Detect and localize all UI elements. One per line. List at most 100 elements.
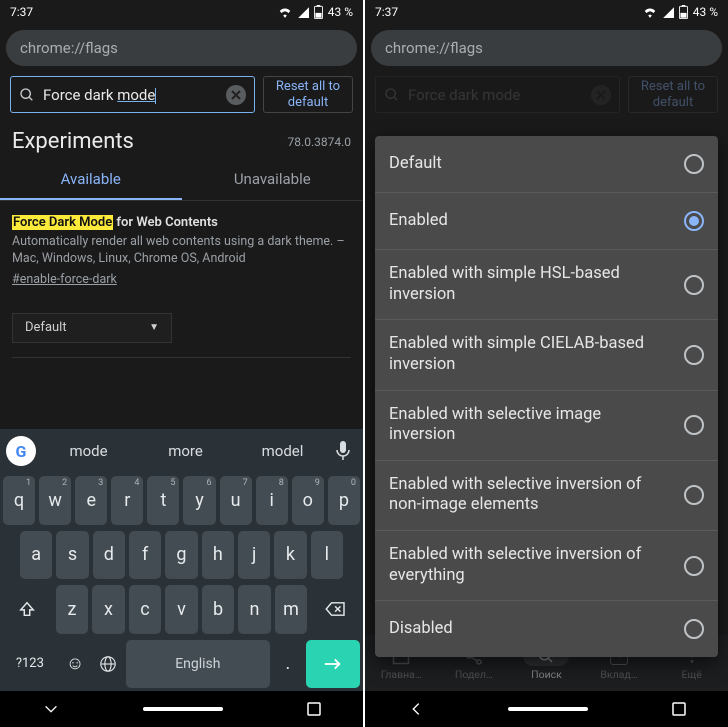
nav-back-icon[interactable] [407, 700, 425, 718]
emoji-key[interactable]: ☺ [61, 640, 90, 689]
nav-pill-icon[interactable] [143, 707, 223, 711]
android-navbar [0, 691, 363, 727]
suggestion[interactable]: mode [40, 442, 137, 460]
option-item[interactable]: Enabled with selective inversion of ever… [375, 531, 718, 600]
key-g[interactable]: g [165, 531, 197, 580]
radio-icon [684, 275, 704, 295]
option-label: Enabled with selective image inversion [389, 405, 672, 446]
key-n[interactable]: n [238, 585, 271, 634]
key-k[interactable]: k [274, 531, 306, 580]
key-i[interactable]: i8 [256, 476, 288, 525]
key-e[interactable]: e3 [75, 476, 107, 525]
option-label: Enabled with selective inversion of ever… [389, 545, 672, 586]
battery-icon [314, 5, 323, 19]
address-text: chrome://flags [385, 39, 483, 57]
flag-anchor[interactable]: #enable-force-dark [12, 272, 117, 287]
keyboard[interactable]: G modemoremodel q1w2e3r4t5y6u7i8o9p0 asd… [0, 429, 363, 727]
radio-icon [684, 154, 704, 174]
search-input[interactable]: Force dark mode [10, 76, 255, 113]
globe-icon [99, 655, 117, 673]
key-c[interactable]: c [129, 585, 162, 634]
option-label: Enabled with simple CIELAB-based inversi… [389, 334, 672, 375]
tab-unavailable[interactable]: Unavailable [182, 158, 364, 200]
search-row-dimmed: Force dark mode Reset all to default [365, 70, 728, 113]
version-text: 78.0.3874.0 [288, 135, 351, 149]
spacebar[interactable]: English [126, 640, 269, 689]
divider [12, 357, 351, 358]
arrow-right-icon [323, 656, 343, 672]
option-label: Enabled [389, 211, 454, 232]
google-icon[interactable]: G [6, 436, 36, 466]
close-icon [231, 90, 241, 100]
key-t[interactable]: t5 [147, 476, 179, 525]
key-v[interactable]: v [165, 585, 198, 634]
battery-percent: 43 % [328, 5, 353, 19]
radio-icon [684, 485, 704, 505]
key-q[interactable]: q1 [3, 476, 35, 525]
key-d[interactable]: d [93, 531, 125, 580]
status-icons: 43 % [278, 5, 353, 19]
page-title: Experiments [12, 129, 134, 154]
key-h[interactable]: h [202, 531, 234, 580]
key-p[interactable]: p0 [328, 476, 360, 525]
key-s[interactable]: s [56, 531, 88, 580]
option-item[interactable]: Disabled [375, 601, 718, 657]
language-key[interactable] [93, 640, 122, 689]
key-o[interactable]: o9 [292, 476, 324, 525]
chevron-down-icon: ▼ [149, 322, 159, 333]
options-popover[interactable]: Default Enabled Enabled with simple HSL-ba… [375, 136, 718, 657]
radio-icon [684, 556, 704, 576]
search-input: Force dark mode [375, 76, 620, 113]
mic-icon[interactable] [335, 441, 357, 461]
clear-search-button [591, 85, 611, 105]
radio-icon [684, 345, 704, 365]
key-f[interactable]: f [129, 531, 161, 580]
symbols-key[interactable]: ?123 [3, 640, 57, 689]
key-w[interactable]: w2 [39, 476, 71, 525]
status-bar: 7:37 43 % [365, 0, 728, 24]
key-r[interactable]: r4 [111, 476, 143, 525]
key-b[interactable]: b [202, 585, 235, 634]
address-bar[interactable]: chrome://flags [6, 30, 357, 66]
option-item[interactable]: Enabled with selective image inversion [375, 391, 718, 460]
key-a[interactable]: a [20, 531, 52, 580]
radio-icon [684, 415, 704, 435]
search-value: Force dark mode [43, 86, 218, 104]
suggestion[interactable]: more [137, 442, 234, 460]
suggestion[interactable]: model [234, 442, 331, 460]
radio-icon [684, 619, 704, 639]
nav-square-icon[interactable] [306, 701, 322, 717]
key-y[interactable]: y6 [183, 476, 215, 525]
period-key[interactable]: . [274, 640, 303, 689]
key-z[interactable]: z [56, 585, 89, 634]
suggestion-row: G modemoremodel [0, 429, 363, 473]
wifi-icon [278, 6, 292, 18]
key-j[interactable]: j [238, 531, 270, 580]
tab-available[interactable]: Available [0, 158, 182, 200]
reset-all-button: Reset all to default [628, 76, 718, 113]
option-item[interactable]: Enabled with selective inversion of non-… [375, 461, 718, 530]
option-item[interactable]: Enabled [375, 193, 718, 249]
nav-square-icon[interactable] [671, 701, 687, 717]
enter-key[interactable] [306, 640, 360, 689]
dropdown-value: Default [25, 320, 67, 335]
key-u[interactable]: u7 [220, 476, 252, 525]
flag-title: Force Dark Mode for Web Contents [12, 215, 351, 230]
option-label: Default [389, 154, 448, 175]
nav-pill-icon[interactable] [508, 707, 588, 711]
experiments-header: Experiments 78.0.3874.0 [0, 121, 363, 158]
shift-key[interactable] [3, 585, 52, 634]
nav-down-icon[interactable] [42, 700, 60, 718]
clear-search-button[interactable] [226, 85, 246, 105]
key-m[interactable]: m [275, 585, 308, 634]
signal-icon [662, 6, 674, 18]
key-l[interactable]: l [311, 531, 343, 580]
backspace-key[interactable] [311, 585, 360, 634]
option-item[interactable]: Default [375, 136, 718, 192]
option-item[interactable]: Enabled with simple CIELAB-based inversi… [375, 320, 718, 389]
key-x[interactable]: x [92, 585, 125, 634]
option-item[interactable]: Enabled with simple HSL-based inversion [375, 250, 718, 319]
flag-dropdown[interactable]: Default ▼ [12, 313, 172, 343]
address-bar[interactable]: chrome://flags [371, 30, 722, 66]
reset-all-button[interactable]: Reset all to default [263, 76, 353, 113]
